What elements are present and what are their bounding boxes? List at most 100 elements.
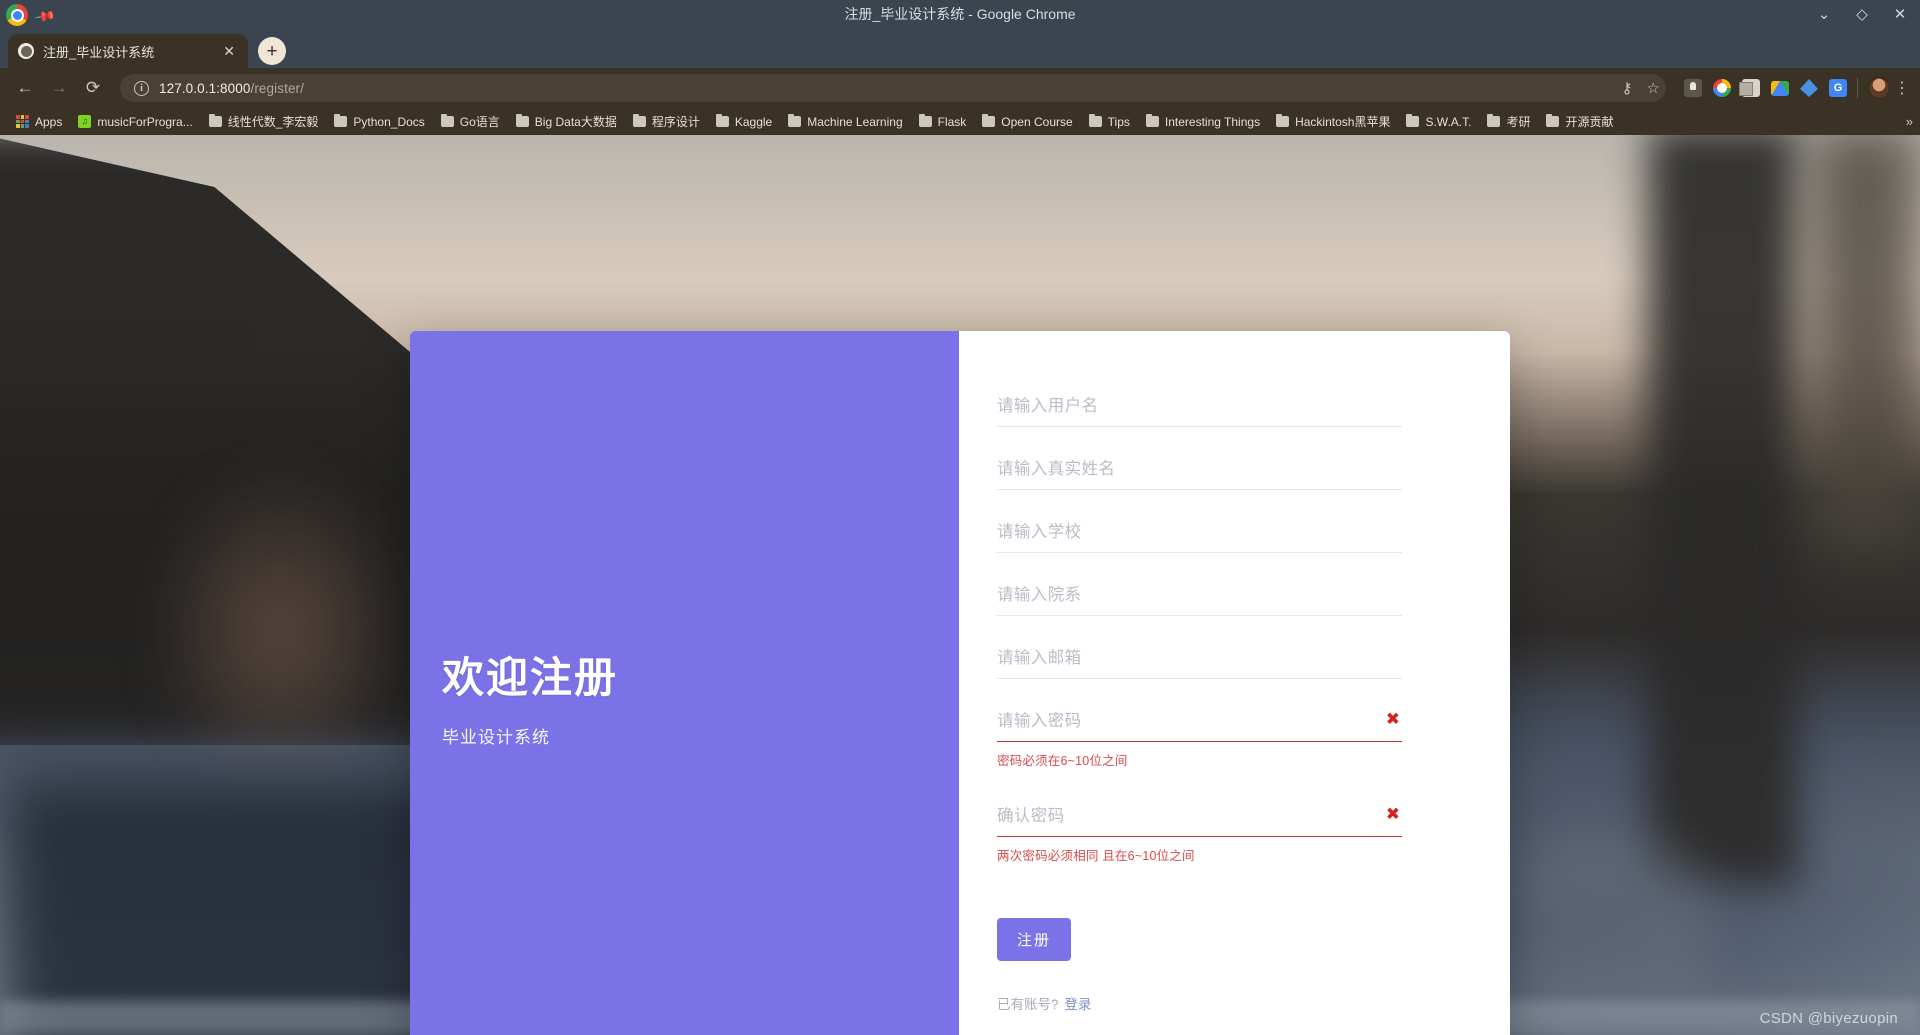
- school-input[interactable]: 请输入学校: [997, 507, 1402, 553]
- field-confirm-password: 确认密码 ✖ 两次密码必须相同 且在6~10位之间: [997, 791, 1402, 864]
- background-foreground-shape: [0, 775, 480, 1035]
- field-email: 请输入邮箱: [997, 633, 1402, 679]
- extension-icons: G: [1684, 79, 1847, 97]
- bookmark-label: 线性代数_李宏毅: [227, 115, 319, 129]
- bookmark-item[interactable]: 程序设计: [625, 110, 708, 133]
- maximize-icon[interactable]: ◇: [1854, 7, 1870, 22]
- site-info-icon[interactable]: i: [134, 80, 149, 96]
- bookmark-item[interactable]: Hackintosh黑苹果: [1268, 110, 1398, 133]
- hero-title: 欢迎注册: [442, 654, 619, 701]
- browser-tab-register[interactable]: 注册_毕业设计系统 ✕: [8, 34, 248, 68]
- folder-icon: [1406, 113, 1420, 127]
- close-icon[interactable]: ✕: [1892, 7, 1908, 22]
- realname-input[interactable]: 请输入真实姓名: [997, 444, 1402, 490]
- tab-close-icon[interactable]: ✕: [220, 43, 238, 60]
- register-button[interactable]: 注册: [997, 918, 1072, 961]
- bookmark-label: Big Data大数据: [534, 115, 617, 129]
- field-department: 请输入院系: [997, 570, 1402, 616]
- school-placeholder: 请输入学校: [997, 522, 1082, 541]
- bookmark-label: 考研: [1506, 115, 1531, 129]
- address-bar[interactable]: i 127.0.0.1:8000/register/ ⚷ ☆: [120, 74, 1666, 102]
- folder-icon: [1487, 113, 1501, 127]
- bookmark-item[interactable]: Big Data大数据: [508, 110, 625, 133]
- bookmark-item[interactable]: 开源贡献: [1538, 110, 1621, 133]
- register-form-panel: 请输入用户名 请输入真实姓名 请输入学校 请输入院系 请输入邮箱 请输入密码 ✖…: [959, 331, 1510, 1035]
- password-key-icon[interactable]: ⚷: [1622, 79, 1633, 97]
- email-input[interactable]: 请输入邮箱: [997, 633, 1402, 679]
- google-translate-icon[interactable]: G: [1829, 79, 1847, 97]
- minimize-icon[interactable]: ⌄: [1816, 7, 1832, 22]
- address-bar-url: 127.0.0.1:8000/register/: [159, 81, 304, 96]
- bookmark-item[interactable]: ♫ musicForProgra...: [70, 112, 200, 132]
- bookmarks-bar: Apps ♫ musicForProgra... 线性代数_李宏毅 Python…: [0, 108, 1920, 135]
- field-realname: 请输入真实姓名: [997, 444, 1402, 490]
- bookmark-apps[interactable]: Apps: [8, 112, 70, 132]
- back-button[interactable]: ←: [10, 73, 40, 103]
- bookmark-label: Machine Learning: [807, 114, 903, 129]
- window-title: 注册_毕业设计系统 - Google Chrome: [844, 6, 1076, 22]
- bookmark-item[interactable]: Interesting Things: [1138, 112, 1268, 132]
- bookmark-item[interactable]: Flask: [911, 112, 975, 132]
- username-placeholder: 请输入用户名: [997, 396, 1099, 415]
- confirm-password-input[interactable]: 确认密码 ✖: [997, 791, 1402, 837]
- bookmark-label: 程序设计: [651, 115, 700, 129]
- omnibox-actions: ⚷ ☆: [1622, 79, 1660, 97]
- chrome-menu-icon[interactable]: ⋮: [1894, 78, 1910, 98]
- blue-diamond-extension-icon[interactable]: [1800, 79, 1818, 97]
- department-input[interactable]: 请输入院系: [997, 570, 1402, 616]
- bookmark-item[interactable]: Kaggle: [708, 112, 780, 132]
- compass-extension-icon[interactable]: [1713, 79, 1731, 97]
- bookmark-label: Go语言: [459, 115, 500, 129]
- password-error-icon: ✖: [1385, 709, 1400, 728]
- lightbulb-extension-icon[interactable]: [1684, 79, 1702, 97]
- new-tab-button[interactable]: +: [258, 37, 286, 65]
- folder-icon: [632, 113, 646, 127]
- chrome-logo-icon: [6, 4, 28, 26]
- reload-button[interactable]: ⟳: [78, 73, 108, 103]
- realname-placeholder: 请输入真实姓名: [997, 459, 1116, 478]
- bookmark-star-icon[interactable]: ☆: [1647, 79, 1660, 97]
- background-pillar-secondary-shape: [1810, 135, 1920, 545]
- bookmark-label: S.W.A.T.: [1425, 114, 1472, 129]
- department-placeholder: 请输入院系: [997, 585, 1082, 604]
- bookmark-label: Interesting Things: [1164, 114, 1261, 129]
- profile-avatar[interactable]: [1868, 77, 1890, 99]
- field-school: 请输入学校: [997, 507, 1402, 553]
- bookmark-item[interactable]: Tips: [1081, 112, 1138, 132]
- bookmark-label: Hackintosh黑苹果: [1295, 115, 1391, 129]
- email-placeholder: 请输入邮箱: [997, 648, 1082, 667]
- bookmark-item[interactable]: Python_Docs: [326, 112, 432, 132]
- folder-icon: [715, 113, 729, 127]
- browser-toolbar: ← → ⟳ i 127.0.0.1:8000/register/ ⚷ ☆ G ⋮: [0, 68, 1920, 108]
- password-input[interactable]: 请输入密码 ✖: [997, 696, 1402, 742]
- bookmark-item[interactable]: 考研: [1479, 110, 1538, 133]
- folder-icon: [208, 113, 222, 127]
- bookmark-label: 开源贡献: [1565, 115, 1614, 129]
- page-viewport: 欢迎注册 毕业设计系统 请输入用户名 请输入真实姓名 请输入学校 请输入院系 请…: [0, 135, 1920, 1035]
- username-input[interactable]: 请输入用户名: [997, 381, 1402, 427]
- folder-icon: [1546, 113, 1560, 127]
- copy-extension-icon[interactable]: [1739, 79, 1760, 97]
- bookmark-item[interactable]: Go语言: [433, 110, 508, 133]
- google-drive-icon[interactable]: [1771, 80, 1789, 96]
- folder-icon: [334, 113, 348, 127]
- confirm-password-error-icon: ✖: [1385, 804, 1400, 823]
- tab-title: 注册_毕业设计系统: [43, 44, 155, 60]
- forward-button[interactable]: →: [44, 73, 74, 103]
- login-link[interactable]: 登录: [1065, 997, 1092, 1012]
- card-hero-panel: 欢迎注册 毕业设计系统: [410, 331, 959, 1035]
- have-account-row: 已有账号? 登录: [997, 993, 1402, 1013]
- tab-favicon-icon: [18, 43, 34, 59]
- bookmark-item[interactable]: Open Course: [974, 112, 1080, 132]
- bookmark-item[interactable]: Machine Learning: [780, 112, 910, 132]
- bookmark-item[interactable]: S.W.A.T.: [1398, 112, 1479, 132]
- bookmark-label: Tips: [1107, 114, 1130, 129]
- folder-icon: [515, 113, 529, 127]
- field-password: 请输入密码 ✖ 密码必须在6~10位之间: [997, 696, 1402, 769]
- bookmark-label: Python_Docs: [353, 114, 425, 129]
- music-icon: ♫: [78, 115, 92, 128]
- bookmarks-overflow-icon[interactable]: »: [1906, 114, 1913, 129]
- background-chair-shape: [1490, 835, 1710, 1025]
- window-controls: ⌄ ◇ ✕: [1816, 0, 1908, 28]
- bookmark-item[interactable]: 线性代数_李宏毅: [201, 110, 327, 133]
